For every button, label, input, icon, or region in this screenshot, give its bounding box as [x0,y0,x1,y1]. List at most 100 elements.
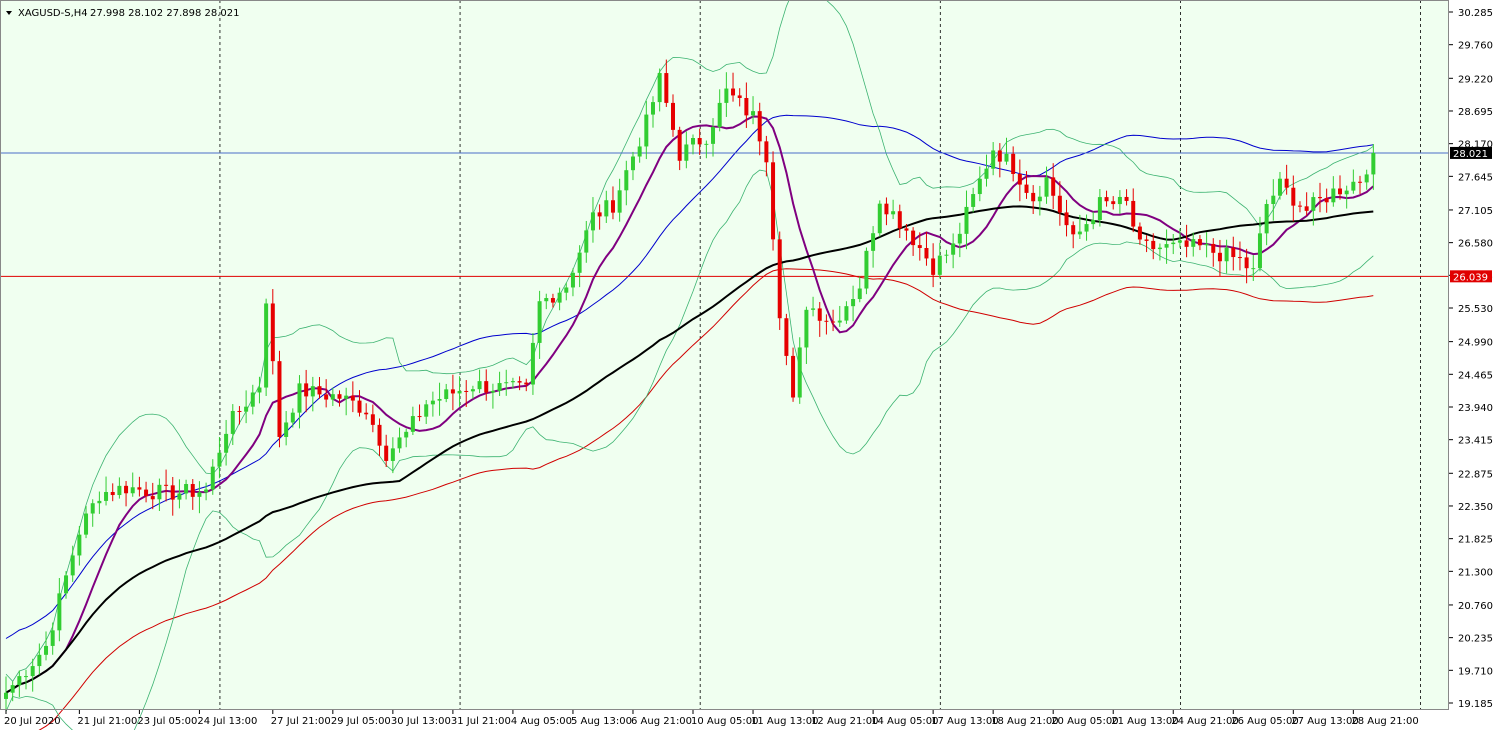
candle-body [250,392,255,407]
candle-body [1197,239,1202,246]
candle-body [270,303,275,362]
candle-body [450,389,455,394]
candle-body [1077,231,1082,235]
x-tick-label: 20 Aug 05:00 [1051,716,1118,727]
candle-body [804,309,809,348]
candle-body [1031,192,1036,202]
candle-body [897,211,902,229]
candle-body [1137,226,1142,240]
candle-body [937,255,942,275]
candle-body [837,320,842,323]
candle-body [1097,197,1102,221]
candle-body [604,200,609,217]
x-tick-label: 24 Jul 13:00 [197,716,257,727]
x-tick-label: 27 Aug 13:00 [1291,716,1358,727]
candle-body [1204,243,1209,246]
candle-body [697,138,702,145]
candle-body [330,394,335,400]
candle-body [37,654,42,667]
y-tick-label: 29.220 [1458,74,1493,85]
candle-body [217,452,222,467]
candle-body [257,387,262,393]
candle[interactable] [277,350,282,448]
candle-body [224,433,229,453]
candle-body [444,389,449,399]
candle-body [97,500,102,504]
candle-body [824,320,829,322]
candle-body [590,212,595,231]
candle-body [364,412,369,415]
y-tick-label: 20.235 [1458,634,1493,645]
candle[interactable] [771,151,776,251]
x-tick-label: 18 Aug 21:00 [991,716,1058,727]
candle-body [1211,243,1216,253]
candle-body [751,111,756,116]
candle-body [644,114,649,147]
candle-body [704,143,709,145]
x-tick-label: 21 Jul 21:00 [77,716,137,727]
candle-body [477,381,482,390]
candle-body [964,206,969,234]
candle-body [44,645,49,655]
candle-body [1191,239,1196,247]
candle-body [597,212,602,217]
candle-body [1024,184,1029,193]
candle-body [404,431,409,438]
candle[interactable] [264,298,269,396]
x-tick-label: 4 Aug 05:00 [511,716,572,727]
candle-body [1331,188,1336,203]
candle-body [150,496,155,500]
candle-body [1017,173,1022,185]
candle-body [624,170,629,191]
candle-body [1044,177,1049,197]
x-tick-label: 5 Aug 13:00 [571,716,632,727]
candle-body [1004,153,1009,162]
candle-body [664,73,669,103]
candle-body [30,666,35,677]
candle-body [490,390,495,393]
candle-body [811,308,816,310]
candle-body [971,194,976,207]
candle-body [677,129,682,161]
candle-body [397,437,402,449]
candle[interactable] [864,247,869,295]
candle-body [430,400,435,405]
candle-body [17,676,22,686]
candle-body [470,389,475,392]
candle-body [124,485,129,494]
x-tick-label: 23 Jul 05:00 [137,716,197,727]
candle-body [797,347,802,398]
candle[interactable] [877,200,882,237]
candle-body [57,593,62,631]
candle-body [1064,212,1069,226]
candle-body [564,287,569,293]
candle-body [304,383,309,397]
candle-body [877,203,882,234]
candle-body [550,298,555,303]
candle-body [10,685,15,693]
symbol-label: XAGUSD-S,H4 [18,8,88,19]
candle-body [951,243,956,255]
candle-body [757,111,762,142]
candle-body [1171,242,1176,245]
chart-header: XAGUSD-S,H4 27.998 28.102 27.898 28.021 [6,8,240,19]
candle-body [557,292,562,303]
candle-body [744,98,749,116]
candle-body [244,406,249,412]
candle-body [284,422,289,437]
candle-body [864,250,869,289]
x-tick-label: 21 Aug 13:00 [1111,716,1178,727]
candle-body [1037,196,1042,202]
candle[interactable] [777,231,782,330]
candle-body [1277,178,1282,196]
candle-body [991,150,996,169]
candle-body [184,484,189,494]
candle-body [177,493,182,500]
price-chart[interactable]: 30.28529.76029.22028.69528.17027.64527.1… [0,0,1493,730]
candle-body [530,342,535,385]
candle-body [1224,247,1229,262]
candle-body [517,381,522,383]
candle-body [230,410,235,434]
candle-body [484,381,489,393]
candle-body [297,383,302,413]
